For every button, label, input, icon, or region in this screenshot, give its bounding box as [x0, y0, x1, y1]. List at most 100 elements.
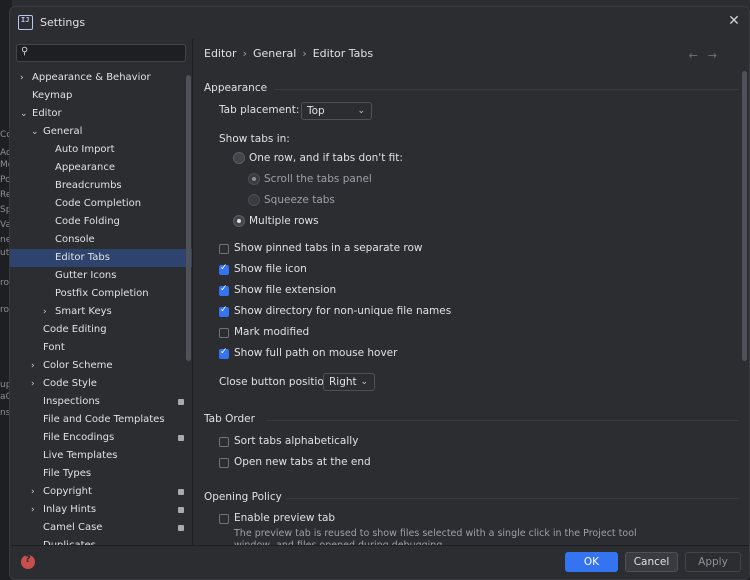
show-full-path-on-mouse-hover-label[interactable]: Show full path on mouse hover [234, 347, 397, 359]
sidebar-item-live-templates[interactable]: Live Templates [10, 447, 192, 465]
show-file-extension-checkbox[interactable] [219, 284, 229, 296]
mark-modified-checkbox[interactable] [219, 328, 229, 338]
show-tabs-in-label: Show tabs in: [219, 133, 290, 145]
sidebar-item-label: Code Style [43, 378, 97, 389]
sidebar-item-label: Keymap [32, 90, 73, 101]
sidebar-item-camel-case[interactable]: Camel Case [10, 519, 192, 537]
chevron-right-icon[interactable]: › [31, 375, 41, 393]
chevron-right-icon[interactable]: › [31, 501, 41, 519]
sidebar-item-appearance[interactable]: Appearance [10, 159, 192, 177]
sidebar-scrollbar[interactable] [186, 75, 191, 361]
sidebar-item-file-and-code-templates[interactable]: File and Code Templates [10, 411, 192, 429]
show-file-icon-checkbox[interactable] [219, 263, 229, 275]
radio-squeeze-tabs[interactable] [248, 194, 260, 206]
project-scope-icon [178, 489, 184, 495]
chevron-right-icon[interactable]: › [43, 303, 53, 321]
appearance-section-title: Appearance [204, 82, 268, 94]
chevron-right-icon[interactable]: › [31, 357, 41, 375]
breadcrumb-editor[interactable]: Editor [204, 47, 237, 60]
sidebar-item-console[interactable]: Console [10, 231, 192, 249]
sidebar-item-inspections[interactable]: Inspections [10, 393, 192, 411]
sidebar-item-label: File Encodings [43, 432, 115, 443]
sidebar-item-label: Appearance [55, 162, 116, 173]
show-directory-for-non-unique-file-names-checkbox[interactable] [219, 305, 229, 317]
sidebar-item-smart-keys[interactable]: › Smart Keys [10, 303, 192, 321]
chevron-down-icon[interactable]: ⌄ [31, 123, 41, 141]
enable-preview-tab-checkbox[interactable] [219, 514, 229, 524]
radio-multiple-rows[interactable] [233, 215, 245, 227]
search-icon: ⚲ [21, 46, 29, 57]
sidebar-item-code-folding[interactable]: Code Folding [10, 213, 192, 231]
mark-modified-label[interactable]: Mark modified [234, 326, 309, 338]
sidebar-item-file-encodings[interactable]: File Encodings [10, 429, 192, 447]
back-arrow-icon[interactable]: ← [689, 49, 708, 62]
dialog-button-bar: OK Cancel Apply [10, 545, 749, 579]
sidebar-item-code-style[interactable]: › Code Style [10, 375, 192, 393]
sidebar-item-breadcrumbs[interactable]: Breadcrumbs [10, 177, 192, 195]
chevron-right-icon[interactable]: › [20, 69, 30, 87]
show-file-extension-label[interactable]: Show file extension [234, 284, 336, 296]
radio-scroll-tabs[interactable] [248, 173, 260, 185]
sidebar-item-label: Font [43, 342, 65, 353]
open-at-end-label[interactable]: Open new tabs at the end [234, 456, 371, 468]
sidebar-item-label: Editor [32, 108, 62, 119]
sort-alphabetically-checkbox[interactable] [219, 437, 229, 447]
close-button-position-select[interactable]: Right ⌄ [323, 373, 375, 391]
sidebar-item-label: Inspections [43, 396, 100, 407]
enable-preview-tab-label[interactable]: Enable preview tab [234, 512, 335, 524]
radio-multiple-rows-label[interactable]: Multiple rows [249, 215, 319, 227]
show-file-icon-label[interactable]: Show file icon [234, 263, 307, 275]
sidebar-item-file-types[interactable]: File Types [10, 465, 192, 483]
sidebar-item-copyright[interactable]: › Copyright [10, 483, 192, 501]
close-button-position-label: Close button position: [219, 376, 335, 388]
sidebar-item-label: Live Templates [43, 450, 118, 461]
sidebar-item-editor-tabs[interactable]: Editor Tabs [10, 249, 192, 267]
chevron-right-icon[interactable]: › [31, 483, 41, 501]
sidebar-item-code-completion[interactable]: Code Completion [10, 195, 192, 213]
sidebar-item-general[interactable]: ⌄ General [10, 123, 192, 141]
settings-content: Editor › General › Editor Tabs ←→ Appearance… [194, 39, 749, 547]
opening-policy-section-title: Opening Policy [204, 491, 282, 503]
project-scope-icon [178, 399, 184, 405]
forward-arrow-icon[interactable]: → [708, 49, 727, 62]
breadcrumb-separator-icon: › [242, 47, 247, 60]
ok-button[interactable]: OK [565, 552, 618, 572]
settings-sidebar: ⚲ › Appearance & Behavior Keymap ⌄ Editor ⌄ Ge… [10, 39, 193, 547]
sidebar-item-inlay-hints[interactable]: › Inlay Hints [10, 501, 192, 519]
section-divider [286, 498, 739, 499]
sidebar-item-color-scheme[interactable]: › Color Scheme [10, 357, 192, 375]
sidebar-item-keymap[interactable]: Keymap [10, 87, 192, 105]
radio-one-row[interactable] [233, 152, 245, 164]
show-pinned-tabs-in-a-separate-row-checkbox[interactable] [219, 244, 229, 254]
chevron-down-icon[interactable]: ⌄ [20, 105, 30, 123]
settings-search-input[interactable]: ⚲ [16, 44, 186, 62]
help-icon[interactable] [21, 554, 35, 569]
tab-placement-select[interactable]: Top ⌄ [301, 102, 372, 120]
show-pinned-tabs-in-a-separate-row-label[interactable]: Show pinned tabs in a separate row [234, 242, 423, 254]
sidebar-item-label: Code Completion [55, 198, 142, 209]
content-scrollbar[interactable] [742, 71, 747, 361]
cancel-button[interactable]: Cancel [625, 552, 678, 572]
radio-one-row-label[interactable]: One row, and if tabs don't fit: [249, 152, 403, 164]
sidebar-item-appearance-behavior[interactable]: › Appearance & Behavior [10, 69, 192, 87]
close-icon[interactable]: ✕ [727, 14, 741, 28]
radio-squeeze-tabs-label[interactable]: Squeeze tabs [264, 194, 335, 206]
breadcrumb-editor-tabs: Editor Tabs [312, 47, 374, 60]
open-at-end-checkbox[interactable] [219, 458, 229, 468]
sidebar-item-font[interactable]: Font [10, 339, 192, 357]
radio-scroll-tabs-label[interactable]: Scroll the tabs panel [264, 173, 372, 185]
sidebar-item-label: Code Folding [55, 216, 120, 227]
sidebar-item-editor[interactable]: ⌄ Editor [10, 105, 192, 123]
tab-placement-value: Top [307, 105, 325, 117]
settings-tree: › Appearance & Behavior Keymap ⌄ Editor ⌄ Gene… [10, 69, 192, 547]
breadcrumb-separator-icon: › [302, 47, 307, 60]
sidebar-item-postfix-completion[interactable]: Postfix Completion [10, 285, 192, 303]
sidebar-item-auto-import[interactable]: Auto Import [10, 141, 192, 159]
show-full-path-on-mouse-hover-checkbox[interactable] [219, 347, 229, 359]
apply-button[interactable]: Apply [685, 552, 741, 572]
sidebar-item-gutter-icons[interactable]: Gutter Icons [10, 267, 192, 285]
sort-alphabetically-label[interactable]: Sort tabs alphabetically [234, 435, 358, 447]
sidebar-item-code-editing[interactable]: Code Editing [10, 321, 192, 339]
breadcrumb-general[interactable]: General [253, 47, 296, 60]
show-directory-for-non-unique-file-names-label[interactable]: Show directory for non-unique file names [234, 305, 451, 317]
